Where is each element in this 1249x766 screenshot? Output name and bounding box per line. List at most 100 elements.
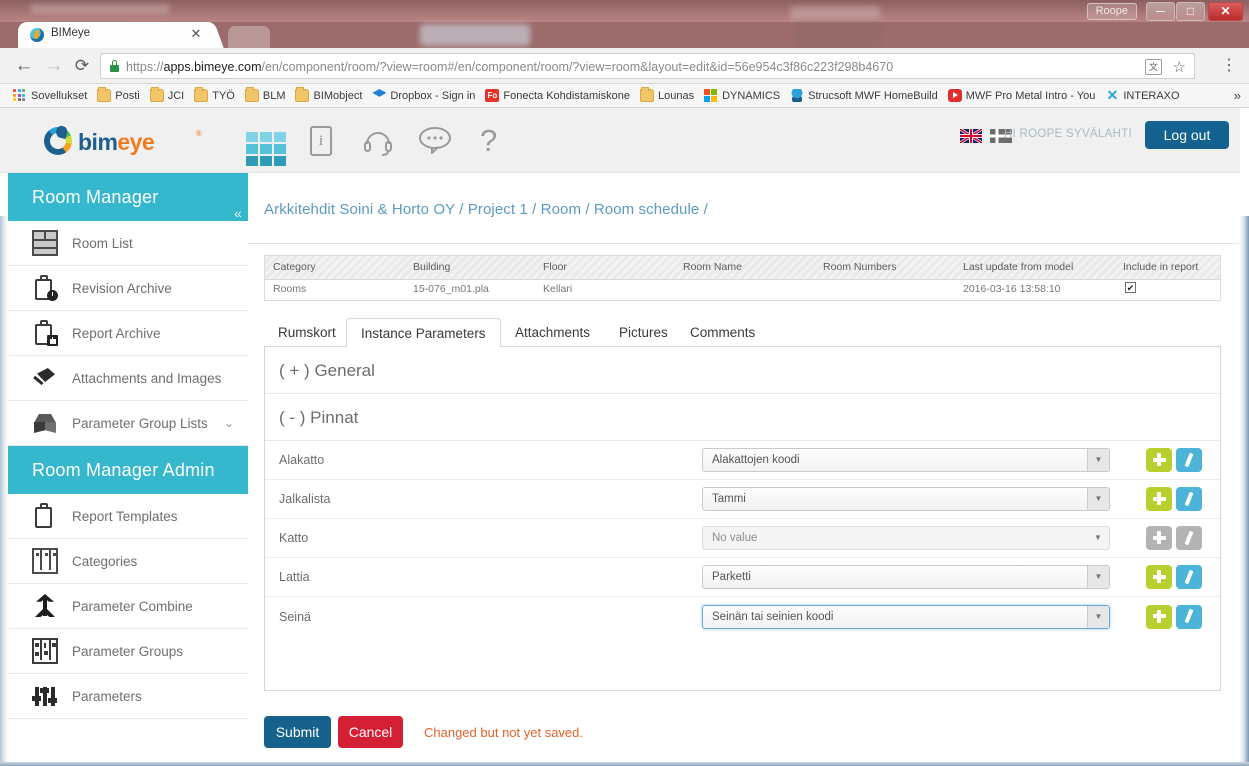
youtube-icon: [947, 89, 962, 102]
tab-close-icon[interactable]: ✕: [188, 26, 204, 42]
tab-comments[interactable]: Comments: [676, 318, 769, 347]
submit-button[interactable]: Submit: [264, 716, 331, 748]
forward-arrow-icon[interactable]: →: [42, 55, 66, 79]
dropbox-icon: [372, 89, 387, 97]
parameter-select-katto[interactable]: No value ▼: [702, 526, 1110, 550]
address-bar[interactable]: https://apps.bimeye.com/en/component/roo…: [100, 53, 1195, 79]
categories-icon: [32, 548, 58, 574]
logout-button[interactable]: Log out: [1145, 121, 1229, 149]
bookmark-lounas[interactable]: Lounas: [635, 86, 699, 106]
window-maximize-button[interactable]: □: [1176, 2, 1205, 21]
sidebar-item-revision-archive[interactable]: Revision Archive: [8, 266, 248, 311]
tab-pictures[interactable]: Pictures: [605, 318, 682, 347]
sidebar-item-parameter-groups[interactable]: Parameter Groups: [8, 629, 248, 674]
parameter-tabs: Rumskort Instance Parameters Attachments…: [264, 318, 1221, 347]
new-tab-button[interactable]: [228, 26, 270, 48]
url-scheme: https://: [126, 60, 164, 74]
sidebar-item-room-list[interactable]: Room List: [8, 221, 248, 266]
sidebar-item-parameter-combine[interactable]: Parameter Combine: [8, 584, 248, 629]
parameter-select-alakatto[interactable]: Alakattojen koodi ▼: [702, 448, 1110, 472]
group-toggle-glyph: ( + ): [279, 361, 310, 380]
reload-icon[interactable]: ⟳: [70, 55, 94, 79]
logo-part-eye: eye: [117, 129, 155, 155]
breadcrumb[interactable]: Arkkitehdit Soini & Horto OY / Project 1…: [264, 201, 708, 218]
sidebar-item-categories[interactable]: Categories: [8, 539, 248, 584]
bookmark-fonecta[interactable]: Fo Fonecta Kohdistamiskone: [480, 86, 635, 106]
edit-parameter-button[interactable]: [1176, 448, 1202, 472]
bookmark-label: DYNAMICS: [722, 89, 781, 102]
tab-instance-parameters[interactable]: Instance Parameters: [346, 318, 501, 347]
edit-parameter-button[interactable]: [1176, 487, 1202, 511]
add-parameter-button[interactable]: [1146, 487, 1172, 511]
table-row[interactable]: Rooms 15-076_m01.pla Kellari 2016-03-16 …: [265, 280, 1220, 300]
browser-tab-bimeye[interactable]: BIMeye: [18, 22, 208, 48]
windows-user-chip[interactable]: Roope: [1086, 3, 1137, 20]
bimeye-logo[interactable]: bimeye ®: [44, 126, 204, 156]
parameter-select-jalkalista[interactable]: Tammi ▼: [702, 487, 1110, 511]
bookmark-blm[interactable]: BLM: [240, 86, 291, 106]
apps-grid-icon[interactable]: [246, 132, 286, 166]
bookmark-dropbox[interactable]: Dropbox - Sign in: [367, 86, 480, 106]
bookmark-mwf-youtube[interactable]: MWF Pro Metal Intro - You: [943, 86, 1101, 106]
folder-icon: [244, 87, 259, 102]
pencil-icon: [1182, 531, 1196, 545]
bimeye-swirl-icon: [44, 127, 72, 155]
support-headset-icon[interactable]: [362, 126, 394, 156]
window-minimize-button[interactable]: ─: [1146, 2, 1175, 21]
parameter-groups-icon: [32, 638, 58, 664]
chevron-down-icon[interactable]: ▼: [1087, 527, 1109, 549]
bookmark-label: Fonecta Kohdistamiskone: [503, 89, 630, 102]
sidebar-item-parameters[interactable]: Parameters: [8, 674, 248, 719]
bookmark-star-icon[interactable]: ☆: [1173, 58, 1186, 76]
chevron-down-icon[interactable]: ▼: [1087, 449, 1109, 471]
sidebar-item-attachments-and-images[interactable]: Attachments and Images: [8, 356, 248, 401]
info-icon[interactable]: i: [310, 126, 332, 156]
bookmark-interaxo[interactable]: ✕ INTERAXO: [1100, 86, 1184, 106]
column-header-floor: Floor: [543, 261, 567, 273]
breadcrumb-divider: [248, 243, 1239, 244]
cancel-button[interactable]: Cancel: [338, 716, 403, 748]
group-header-pinnat[interactable]: ( - ) Pinnat: [265, 394, 1220, 441]
bookmark-sovellukset[interactable]: Sovellukset: [8, 86, 92, 106]
edit-parameter-button[interactable]: [1176, 604, 1202, 629]
parameter-select-seina[interactable]: Seinän tai seinien koodi ▼: [702, 604, 1110, 629]
bookmark-strucsoft[interactable]: Strucsoft MWF HomeBuild: [785, 86, 943, 106]
edit-parameter-button[interactable]: [1176, 565, 1202, 589]
group-header-general[interactable]: ( + ) General: [265, 347, 1220, 394]
chevron-down-icon[interactable]: ▼: [1087, 488, 1109, 510]
form-footer: Submit Cancel Changed but not yet saved.: [264, 708, 1221, 766]
help-question-icon[interactable]: ?: [480, 125, 497, 156]
sidebar-item-parameter-group-lists[interactable]: Parameter Group Lists ⌄: [8, 401, 248, 446]
sidebar-item-report-archive[interactable]: Report Archive: [8, 311, 248, 356]
column-header-category: Category: [273, 261, 316, 273]
window-close-button[interactable]: ✕: [1208, 2, 1243, 21]
add-parameter-button[interactable]: [1146, 448, 1172, 472]
chat-bubble-icon[interactable]: [418, 126, 452, 156]
translate-icon[interactable]: 文: [1145, 59, 1162, 75]
include-in-report-checkbox[interactable]: ✔: [1125, 282, 1136, 293]
bookmark-tyo[interactable]: TYÖ: [189, 86, 240, 106]
parameter-select-lattia[interactable]: Parketti ▼: [702, 565, 1110, 589]
tab-rumskort[interactable]: Rumskort: [264, 318, 350, 347]
bookmark-label: JCI: [167, 89, 185, 102]
bookmarks-overflow-icon[interactable]: »: [1234, 88, 1241, 103]
bookmark-dynamics[interactable]: DYNAMICS: [699, 86, 785, 106]
flag-uk-icon[interactable]: [959, 127, 983, 145]
chevron-down-icon[interactable]: ▼: [1087, 605, 1109, 628]
bookmark-posti[interactable]: Posti: [92, 86, 144, 106]
chevron-down-icon[interactable]: ▼: [1087, 566, 1109, 588]
bookmark-jci[interactable]: JCI: [145, 86, 190, 106]
bookmark-label: TYÖ: [212, 89, 235, 102]
folder-icon: [295, 87, 310, 102]
add-parameter-button[interactable]: [1146, 565, 1172, 589]
pin-icon: [32, 365, 58, 391]
chrome-menu-icon[interactable]: ⋮: [1219, 56, 1239, 78]
add-parameter-button[interactable]: [1146, 604, 1172, 629]
sidebar-item-report-templates[interactable]: Report Templates: [8, 494, 248, 539]
chevron-down-icon[interactable]: ⌄: [224, 416, 234, 430]
sidebar-item-label: Attachments and Images: [72, 370, 222, 386]
back-arrow-icon[interactable]: ←: [12, 55, 36, 79]
bookmark-bimobject[interactable]: BIMobject: [290, 86, 367, 106]
page-viewport: bimeye ® i ? HI ROOPE SYVÄLAHTI Log out …: [0, 108, 1249, 766]
tab-attachments[interactable]: Attachments: [501, 318, 604, 347]
